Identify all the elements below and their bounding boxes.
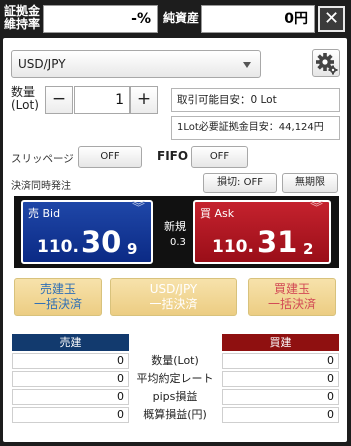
bid-title: 売 Bid — [28, 207, 61, 220]
buy-positions-settle-button[interactable]: 買建玉 一括決済 — [248, 278, 336, 316]
slippage-toggle[interactable]: OFF — [78, 146, 142, 168]
pair-settle-line1: USD/JPY — [149, 282, 198, 296]
buy-quantity-value: 0 — [222, 353, 339, 369]
quantity-decrement-button[interactable]: − — [45, 86, 73, 114]
ask-title: 買 Ask — [200, 207, 235, 220]
sell-pips-value: 0 — [12, 389, 129, 405]
close-button[interactable]: ✕ — [318, 6, 345, 32]
bid-price-small: 9 — [127, 240, 138, 258]
sell-pnl-value: 0 — [12, 407, 129, 423]
pips-row-label: pips損益 — [152, 390, 198, 403]
avg-rate-row-label: 平均約定レート — [136, 372, 214, 385]
buy-settle-line2: 一括決済 — [267, 297, 316, 311]
quantity-row-label: 数量(Lot) — [151, 354, 199, 367]
spread-value: 0.3 — [170, 237, 186, 248]
top-bar: 証拠金 維持率 -% 純資産 0円 ✕ — [0, 0, 351, 36]
sell-settle-line2: 一括決済 — [33, 297, 82, 311]
symbol-select-value: USD/JPY — [18, 57, 66, 71]
sell-header: 売建 — [12, 334, 129, 351]
tradable-lot-info: 取引可能目安：0 Lot — [171, 88, 340, 112]
chevron-down-icon: ︾ — [131, 201, 145, 216]
chevron-down-icon — [243, 62, 251, 68]
bid-price-big: 30 — [81, 225, 122, 259]
pair-settle-line2: 一括決済 — [149, 297, 198, 311]
buy-avg-rate-value: 0 — [222, 371, 339, 387]
ask-buy-button[interactable]: 買 Ask ︾ 110. 31 2 — [193, 200, 331, 264]
pnl-row-label: 概算損益(円) — [143, 408, 207, 421]
buy-header: 買建 — [222, 334, 339, 351]
ask-price-small: 2 — [303, 240, 314, 258]
margin-ratio-label: 証拠金 維持率 — [4, 4, 41, 31]
net-assets-value: 0円 — [201, 5, 315, 33]
quantity-label: 数量 (Lot) — [11, 85, 39, 112]
sell-settle-line1: 売建玉 — [39, 282, 76, 296]
bid-sell-button[interactable]: 売 Bid ︾ 110. 30 9 — [21, 200, 153, 264]
quantity-input[interactable]: 1 — [74, 86, 130, 114]
quantity-increment-button[interactable]: + — [130, 86, 158, 114]
quote-area: 売 Bid ︾ 110. 30 9 新規 0.3 買 Ask ︾ 110. 31… — [14, 196, 339, 268]
close-icon: ✕ — [323, 8, 340, 29]
settings-button[interactable] — [312, 49, 340, 77]
pair-settle-button[interactable]: USD/JPY 一括決済 — [110, 278, 237, 316]
buy-settle-line1: 買建玉 — [273, 282, 310, 296]
sell-avg-rate-value: 0 — [12, 371, 129, 387]
order-panel: USD/JPY 数量 (Lot) − 1 + 取引可能目安：0 Lot 1Lot… — [3, 38, 347, 442]
net-assets-label: 純資産 — [163, 11, 200, 25]
sell-positions-settle-button[interactable]: 売建玉 一括決済 — [14, 278, 102, 316]
expiry-button[interactable]: 無期限 — [282, 173, 338, 193]
fifo-label: FIFO — [157, 149, 189, 163]
margin-ratio-value: -% — [43, 5, 158, 33]
sell-quantity-value: 0 — [12, 353, 129, 369]
buy-pips-value: 0 — [222, 389, 339, 405]
slippage-label: スリッページ — [11, 153, 74, 165]
fifo-toggle[interactable]: OFF — [191, 146, 248, 168]
ask-price-main: 110. — [212, 237, 254, 257]
required-margin-info: 1Lot必要証拠金目安：44,124円 — [171, 116, 340, 140]
gear-icon — [316, 53, 338, 75]
simultaneous-order-label: 決済同時発注 — [11, 181, 71, 192]
stop-loss-button[interactable]: 損切: OFF — [203, 173, 277, 193]
new-order-label: 新規 — [164, 220, 186, 233]
buy-pnl-value: 0 — [222, 407, 339, 423]
chevron-down-icon: ︾ — [309, 201, 323, 216]
symbol-select[interactable]: USD/JPY — [11, 50, 261, 78]
ask-price-big: 31 — [257, 225, 298, 259]
bid-price-main: 110. — [37, 237, 79, 257]
